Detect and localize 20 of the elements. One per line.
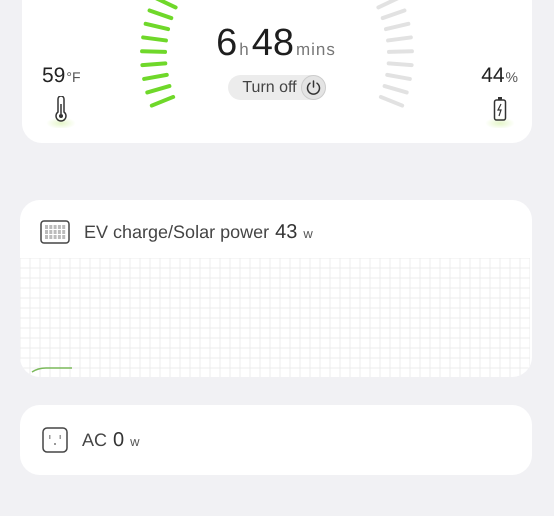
- power-unit: w: [130, 434, 140, 448]
- temperature-unit: °F: [66, 69, 81, 85]
- power-icon: [304, 79, 322, 96]
- thermometer-icon: [54, 96, 68, 122]
- battery-unit: %: [506, 69, 518, 85]
- minutes-unit: mins: [296, 40, 336, 60]
- battery-value: 44: [481, 64, 505, 88]
- battery-icon: [492, 96, 507, 122]
- hours-value: 6: [216, 22, 238, 65]
- power-value: 0: [113, 428, 124, 452]
- temperature-value: 59: [42, 64, 66, 88]
- solar-panel-icon: [40, 220, 70, 244]
- card-title: AC: [82, 430, 108, 450]
- power-value: 43: [275, 220, 298, 244]
- card-title: EV charge/Solar power: [84, 222, 270, 242]
- power-unit: w: [303, 226, 313, 240]
- turn-off-button[interactable]: Turn off: [228, 75, 326, 100]
- outlet-icon: [42, 427, 68, 453]
- minutes-value: 48: [252, 22, 294, 65]
- hours-unit: h: [239, 40, 250, 60]
